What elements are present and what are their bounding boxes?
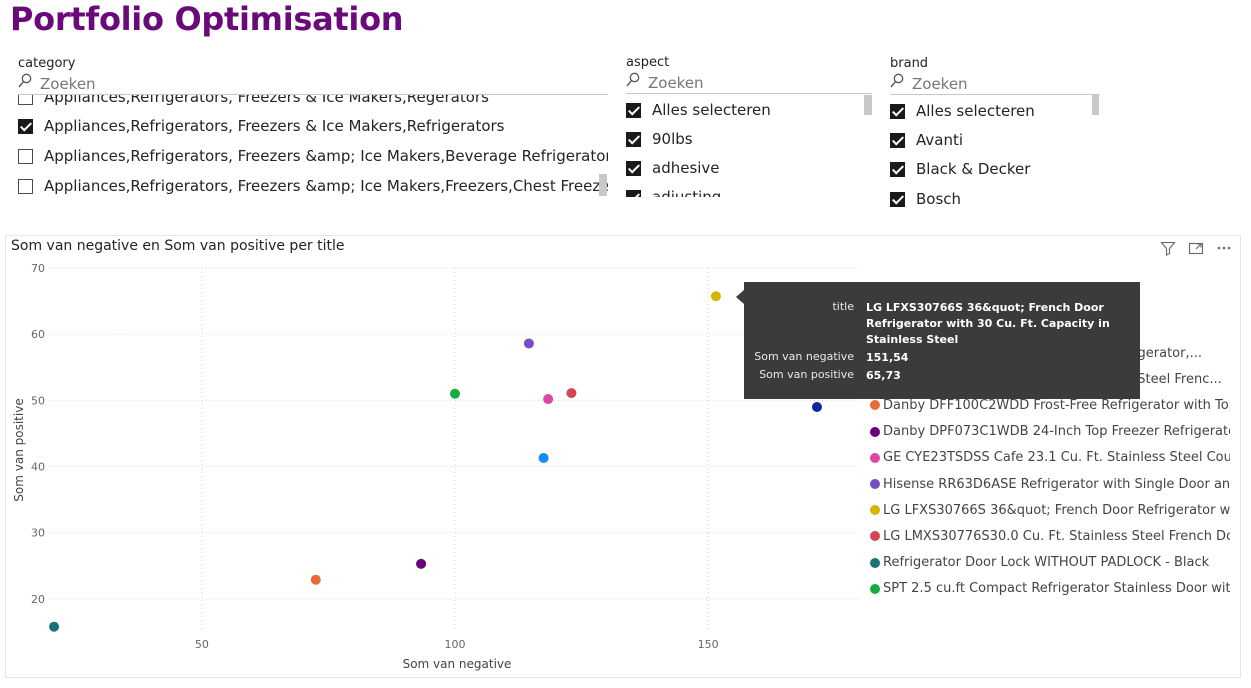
y-tick-label: 20: [31, 593, 45, 606]
x-tick-label: 50: [195, 638, 209, 651]
legend-item[interactable]: SPT 2.5 cu.ft Compact Refrigerator Stain…: [870, 579, 1230, 599]
data-point: [566, 388, 577, 399]
data-point: [49, 621, 60, 632]
legend-marker: [870, 479, 880, 489]
data-tooltip: title LG LFXS30766S 36&quot; French Door…: [736, 282, 1140, 399]
legend-marker: [870, 426, 880, 437]
data-point: [811, 401, 822, 412]
tooltip-key: Som van positive: [759, 368, 854, 381]
legend-label: LG LMXS30776S30.0 Cu. Ft. Stainless Stee…: [883, 528, 1230, 544]
legend-label: Danby DFF100C2WDD Frost-Free Refrigerato…: [883, 397, 1230, 413]
y-tick-label: 40: [31, 461, 45, 474]
tooltip-pointer: [736, 290, 744, 304]
x-tick-label: 100: [445, 638, 466, 651]
y-axis-title: Som van positive: [12, 398, 26, 501]
legend-marker: [870, 452, 880, 463]
data-point: [538, 452, 549, 463]
tooltip-key: Som van negative: [754, 350, 854, 363]
legend-label: Hisense RR63D6ASE Refrigerator with Sing…: [883, 476, 1230, 492]
legend-marker: [870, 400, 880, 411]
data-point: [523, 338, 534, 349]
legend-marker: [870, 531, 880, 542]
data-point: [450, 388, 460, 399]
legend-item[interactable]: Refrigerator Door Lock WITHOUT PADLOCK -…: [870, 553, 1230, 573]
data-point: [543, 394, 554, 405]
data-point: [710, 291, 721, 302]
tooltip-key: title: [832, 300, 854, 313]
y-tick-label: 50: [31, 394, 45, 407]
legend-label: LG LFXS30766S 36&quot; French Door Refri…: [883, 502, 1230, 518]
legend-marker: [870, 583, 880, 594]
legend-marker: [870, 505, 880, 516]
legend-item[interactable]: LG LFXS30766S 36&quot; French Door Refri…: [870, 500, 1230, 520]
x-axis-title: Som van negative: [403, 657, 512, 671]
legend-label: SPT 2.5 cu.ft Compact Refrigerator Stain…: [883, 581, 1230, 597]
y-tick-label: 30: [31, 527, 45, 540]
x-tick-label: 150: [698, 638, 719, 651]
legend-item[interactable]: Hisense RR63D6ASE Refrigerator with Sing…: [870, 474, 1230, 494]
legend-label: GE CYE23TSDSS Cafe 23.1 Cu. Ft. Stainles…: [883, 450, 1230, 466]
legend-marker: [870, 557, 880, 568]
legend-item[interactable]: Danby DPF073C1WDB 24-Inch Top Freezer Re…: [870, 422, 1230, 442]
legend-item[interactable]: LG LMXS30776S30.0 Cu. Ft. Stainless Stee…: [870, 526, 1230, 546]
legend-label: Danby DPF073C1WDB 24-Inch Top Freezer Re…: [883, 424, 1230, 440]
tooltip-value: 65,73: [866, 369, 901, 382]
data-point: [416, 558, 427, 569]
legend-item[interactable]: GE CYE23TSDSS Cafe 23.1 Cu. Ft. Stainles…: [870, 448, 1230, 468]
legend-label: Refrigerator Door Lock WITHOUT PADLOCK -…: [883, 555, 1210, 571]
y-tick-label: 70: [31, 262, 45, 275]
y-tick-label: 60: [31, 328, 45, 341]
tooltip-value: LG LFXS30766S 36&quot; French Door Refri…: [866, 301, 1110, 346]
data-point: [310, 574, 321, 585]
tooltip-value: 151,54: [866, 351, 909, 364]
